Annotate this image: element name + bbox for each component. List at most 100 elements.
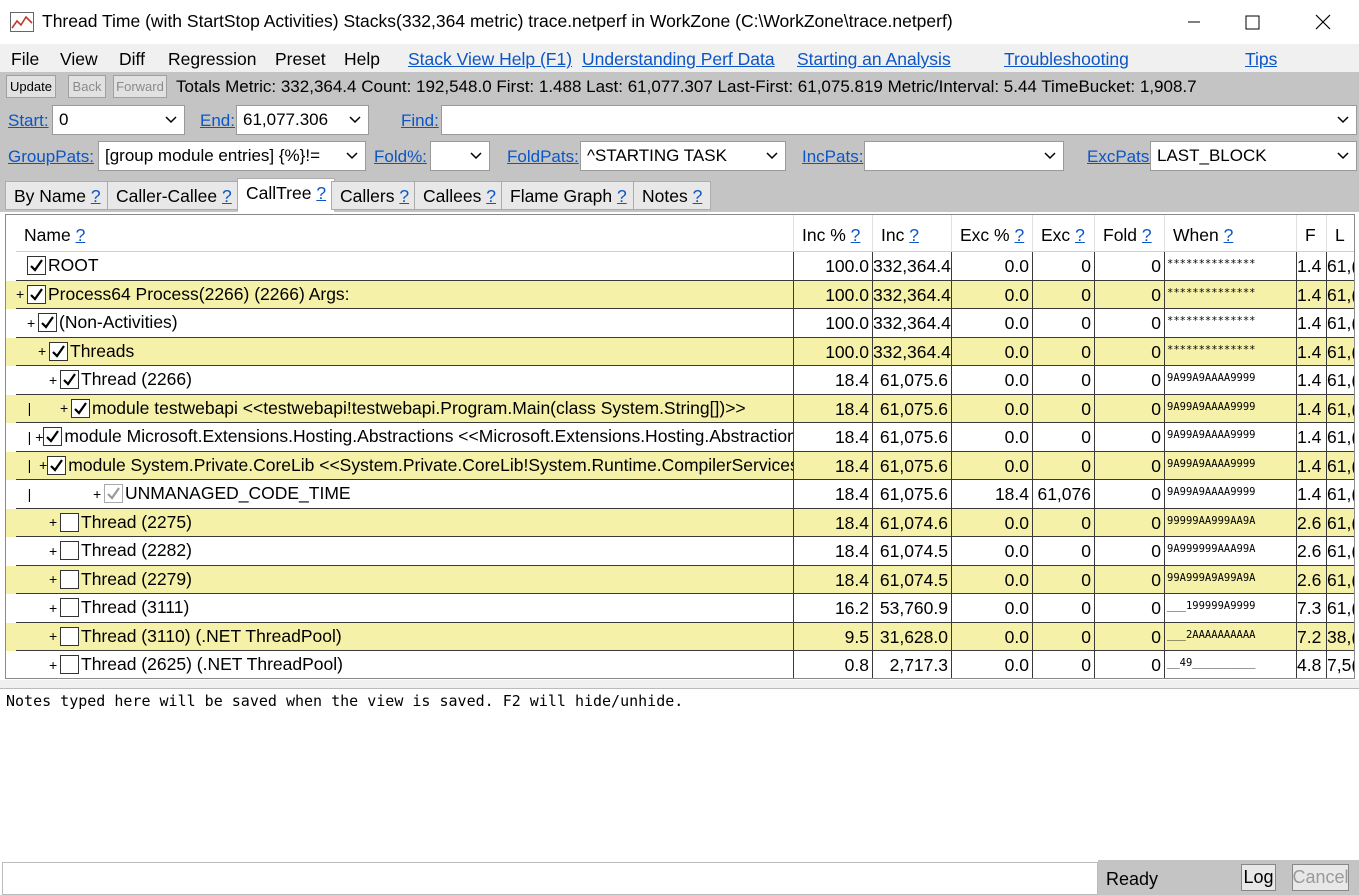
calltree-grid[interactable]: Name ? Inc % ? Inc ? Exc % ? Exc ? Fold …: [5, 214, 1355, 679]
expander-plus-icon[interactable]: +: [38, 344, 49, 358]
expander-plus-icon[interactable]: +: [49, 658, 60, 672]
cancel-button[interactable]: Cancel: [1292, 864, 1349, 891]
column-header-when[interactable]: When ?: [1165, 215, 1297, 252]
name-cell[interactable]: + Thread (2279): [16, 565, 794, 594]
expander-plus-icon[interactable]: +: [60, 401, 71, 415]
name-cell[interactable]: + Thread (3110) (.NET ThreadPool): [16, 622, 794, 651]
name-cell[interactable]: + (Non-Activities): [16, 309, 794, 338]
column-header-inc-pct[interactable]: Inc % ?: [794, 215, 873, 252]
incpats-label[interactable]: IncPats:: [802, 147, 863, 167]
column-header-exc[interactable]: Exc ?: [1033, 215, 1095, 252]
expander-plus-icon[interactable]: +: [49, 601, 60, 615]
column-header-first[interactable]: F: [1297, 215, 1327, 252]
close-button[interactable]: [1290, 0, 1356, 44]
tab-caller-callee-help[interactable]: ?: [222, 186, 232, 206]
row-checkbox[interactable]: [60, 626, 79, 646]
name-cell[interactable]: + Thread (3111): [16, 594, 794, 623]
table-row[interactable]: | + module System.Private.CoreLib <<Syste…: [6, 451, 1354, 480]
column-exc-help[interactable]: ?: [1075, 225, 1085, 245]
name-cell[interactable]: | + UNMANAGED_CODE_TIME: [16, 480, 794, 509]
column-name-help[interactable]: ?: [76, 225, 86, 245]
find-combo[interactable]: [441, 105, 1357, 135]
tab-caller-callee[interactable]: Caller-Callee ?: [107, 181, 241, 210]
table-row[interactable]: + (Non-Activities) 100.0 332,364.4 0.0 0 0 ****…: [6, 309, 1354, 338]
menu-diff[interactable]: Diff: [119, 49, 145, 70]
table-row[interactable]: + Thread (2625) (.NET ThreadPool) 0.8 2,717…: [6, 651, 1354, 678]
expander-plus-icon[interactable]: +: [49, 515, 60, 529]
troubleshooting-link[interactable]: Troubleshooting: [1004, 49, 1129, 70]
name-cell[interactable]: + Process64 Process(2266) (2266) Args:: [16, 280, 794, 309]
name-cell[interactable]: + Thread (2625) (.NET ThreadPool): [16, 651, 794, 678]
log-button[interactable]: Log: [1241, 864, 1276, 891]
row-checkbox[interactable]: [43, 427, 63, 447]
row-checkbox[interactable]: [27, 256, 46, 276]
tab-callers-help[interactable]: ?: [399, 186, 409, 206]
row-checkbox[interactable]: [60, 598, 79, 618]
end-label[interactable]: End:: [200, 111, 235, 131]
tips-link[interactable]: Tips: [1245, 49, 1277, 70]
table-row[interactable]: | + module testwebapi <<testwebapi!testweb…: [6, 394, 1354, 423]
tab-by-name-help[interactable]: ?: [91, 186, 101, 206]
back-button[interactable]: Back: [68, 75, 106, 98]
column-header-name[interactable]: Name ?: [16, 215, 794, 252]
table-row[interactable]: + Thread (2266) 18.4 61,075.6 0.0 0 0 9A99A9AAA…: [6, 366, 1354, 395]
row-checkbox[interactable]: [60, 541, 79, 561]
tab-calltree-help[interactable]: ?: [316, 183, 326, 203]
fold-pct-combo[interactable]: [430, 141, 490, 171]
menu-help[interactable]: Help: [344, 49, 380, 70]
excpats-label[interactable]: ExcPats:: [1087, 147, 1154, 167]
grouppats-combo[interactable]: [group module entries] {%}!=: [98, 141, 366, 171]
name-cell[interactable]: + Thread (2282): [16, 537, 794, 566]
menu-view[interactable]: View: [60, 49, 98, 70]
column-when-help[interactable]: ?: [1224, 225, 1234, 245]
row-checkbox[interactable]: [60, 655, 79, 675]
tab-flame-graph[interactable]: Flame Graph ?: [501, 181, 636, 210]
name-cell[interactable]: + Thread (2266): [16, 366, 794, 395]
column-header-inc[interactable]: Inc ?: [873, 215, 952, 252]
maximize-button[interactable]: [1219, 0, 1285, 44]
update-button[interactable]: Update: [6, 75, 56, 98]
fold-pct-label[interactable]: Fold%:: [374, 147, 427, 167]
name-cell[interactable]: | + module System.Private.CoreLib <<Syste…: [16, 451, 794, 480]
row-checkbox[interactable]: [27, 284, 46, 304]
excpats-combo[interactable]: LAST_BLOCK: [1150, 141, 1357, 171]
starting-analysis-link[interactable]: Starting an Analysis: [797, 49, 951, 70]
table-row[interactable]: + Thread (2282) 18.4 61,074.5 0.0 0 0 9A999999A…: [6, 537, 1354, 566]
expander-plus-icon[interactable]: +: [39, 458, 47, 472]
menu-preset[interactable]: Preset: [275, 49, 326, 70]
row-checkbox[interactable]: [104, 484, 123, 504]
row-checkbox[interactable]: [60, 569, 79, 589]
incpats-combo[interactable]: [864, 141, 1064, 171]
expander-plus-icon[interactable]: +: [49, 544, 60, 558]
column-header-last[interactable]: L: [1327, 215, 1354, 252]
menu-file[interactable]: File: [11, 49, 39, 70]
foldpats-combo[interactable]: ^STARTING TASK: [580, 141, 786, 171]
expander-plus-icon[interactable]: +: [49, 572, 60, 586]
name-cell[interactable]: + Threads: [16, 337, 794, 366]
start-combo[interactable]: 0: [52, 105, 185, 135]
find-label[interactable]: Find:: [401, 111, 439, 131]
table-row[interactable]: + Threads 100.0 332,364.4 0.0 0 0 *************…: [6, 337, 1354, 366]
table-row[interactable]: + Thread (3110) (.NET ThreadPool) 9.5 31,62…: [6, 622, 1354, 651]
tab-flame-graph-help[interactable]: ?: [617, 186, 627, 206]
row-checkbox[interactable]: [71, 398, 90, 418]
notes-pane[interactable]: Notes typed here will be saved when the …: [0, 688, 1359, 860]
row-checkbox[interactable]: [38, 313, 57, 333]
expander-plus-icon[interactable]: +: [27, 316, 38, 330]
start-label[interactable]: Start:: [8, 111, 49, 131]
tab-calltree[interactable]: CallTree ?: [237, 178, 336, 212]
row-checkbox[interactable]: [60, 512, 79, 532]
column-fold-help[interactable]: ?: [1142, 225, 1152, 245]
menu-regression[interactable]: Regression: [168, 49, 257, 70]
expander-plus-icon[interactable]: +: [16, 287, 27, 301]
tab-by-name[interactable]: By Name ?: [5, 181, 110, 210]
tab-callees[interactable]: Callees ?: [414, 181, 505, 210]
expander-plus-icon[interactable]: +: [49, 373, 60, 387]
grouppats-label[interactable]: GroupPats:: [8, 147, 94, 167]
stack-view-help-link[interactable]: Stack View Help (F1): [408, 49, 573, 70]
table-row[interactable]: + Process64 Process(2266) (2266) Args: 100…: [6, 280, 1354, 309]
column-inc-help[interactable]: ?: [909, 225, 919, 245]
forward-button[interactable]: Forward: [113, 75, 167, 98]
foldpats-label[interactable]: FoldPats:: [507, 147, 579, 167]
table-row[interactable]: + Thread (2275) 18.4 61,074.6 0.0 0 0 99999AA99…: [6, 508, 1354, 537]
